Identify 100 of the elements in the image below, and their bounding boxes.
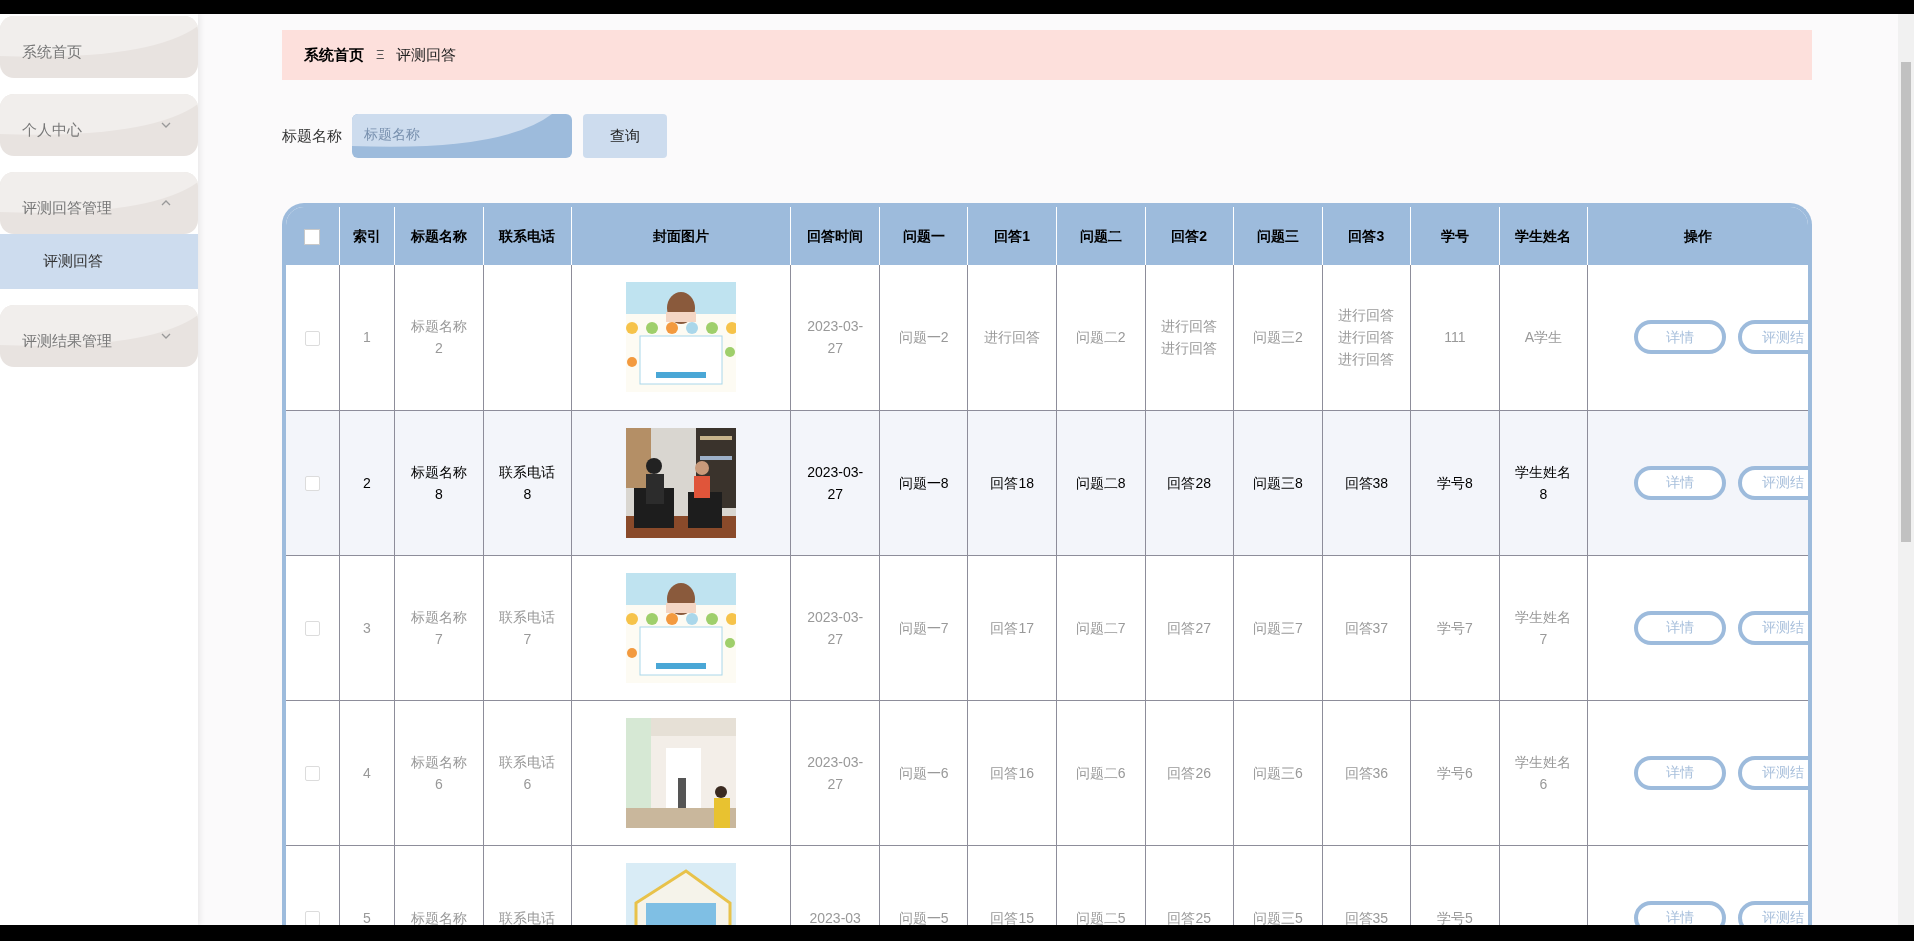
- breadcrumb-link[interactable]: 评测回答: [396, 43, 457, 67]
- table-cell: 回答38: [1344, 474, 1389, 491]
- table-cell: 联系电话6: [499, 753, 556, 792]
- search-field[interactable]: 标题名称: [352, 114, 572, 158]
- table-cell: 问题三6: [1252, 764, 1303, 781]
- table-cell: 2023-03-27: [807, 608, 864, 647]
- menu-item[interactable]: 评测结果管理: [0, 305, 198, 367]
- table-cell: 2023-03: [809, 909, 861, 925]
- table-row[interactable]: 1 标题名称2 2023-03-27 问题一2 进行回答 问题二2 进行回答进行回答 问题三2 进行回答进行回答进行回答 111 A学生 详情 评测结: [286, 265, 1808, 410]
- menu-item[interactable]: 评测回答管理: [0, 172, 198, 234]
- row-checkbox[interactable]: [304, 330, 320, 346]
- breadcrumb-separator: Ξ: [376, 46, 385, 65]
- table-row[interactable]: 5 标题名称 联系电话 2023-03 问题一5 回答15 问题二5 回答25 问题三5 回答35 学号5 详情 评测结: [286, 845, 1808, 925]
- menu-item[interactable]: 个人中心: [0, 94, 198, 156]
- column-header: 学生姓名: [1499, 207, 1588, 265]
- column-header: 问题三: [1233, 207, 1323, 265]
- table-cell: 联系电话8: [499, 463, 556, 502]
- table-cell: 学生姓名8: [1515, 463, 1572, 502]
- table-cell: A学生: [1524, 329, 1562, 346]
- column-header: 标题名称: [394, 207, 484, 265]
- table-cell: 问题一7: [898, 619, 949, 636]
- result-button[interactable]: 评测结: [1738, 900, 1808, 925]
- table-cell: 回答35: [1344, 909, 1389, 925]
- table-cell: 1: [363, 329, 371, 346]
- details-button[interactable]: 详情: [1634, 900, 1727, 925]
- result-button[interactable]: 评测结: [1738, 320, 1808, 355]
- table-cell: 学号8: [1436, 474, 1473, 491]
- details-button[interactable]: 详情: [1634, 320, 1727, 355]
- details-button[interactable]: 详情: [1634, 465, 1727, 500]
- result-button[interactable]: 评测结: [1738, 755, 1808, 790]
- result-button[interactable]: 评测结: [1738, 465, 1808, 500]
- table-cell: 回答36: [1344, 764, 1389, 781]
- table-cell: 问题三2: [1252, 329, 1303, 346]
- submenu-item[interactable]: 评测回答: [0, 234, 198, 289]
- table-cell: 2023-03-27: [807, 463, 864, 502]
- table-cell: 问题二5: [1075, 909, 1126, 925]
- details-button[interactable]: 详情: [1634, 755, 1727, 790]
- details-button[interactable]: 详情: [1634, 610, 1727, 645]
- table-cell: 问题三7: [1252, 619, 1303, 636]
- column-header: 问题一: [879, 207, 968, 265]
- table-cell: 标题名称: [410, 909, 467, 925]
- table-cell: 进行回答进行回答: [1161, 318, 1218, 357]
- table-row[interactable]: 3 标题名称7 联系电话7 2023-03-27 问题一7 回答17 问题二7 回答27 问题三7 回答37 学号7 学生姓名7 详情 评测结: [286, 555, 1808, 700]
- table-cell: 联系电话7: [499, 608, 556, 647]
- table-cell: 进行回答: [984, 329, 1041, 346]
- table-cell: 问题三8: [1252, 474, 1303, 491]
- search-label: 标题名称: [282, 125, 342, 146]
- table-cell: 学生姓名7: [1515, 608, 1572, 647]
- row-checkbox[interactable]: [304, 620, 320, 636]
- table-cell: 标题名称6: [410, 753, 467, 792]
- table-cell: 问题一8: [898, 474, 949, 491]
- column-header: 回答2: [1145, 207, 1234, 265]
- table-cell: 标题名称8: [410, 463, 467, 502]
- column-header: 学号: [1410, 207, 1500, 265]
- column-header: 联系电话: [483, 207, 572, 265]
- table-cell: 问题一6: [898, 764, 949, 781]
- scrollbar[interactable]: [1898, 14, 1914, 925]
- menu-item[interactable]: 系统首页: [0, 16, 198, 78]
- row-checkbox[interactable]: [304, 475, 320, 491]
- table-cell: 问题一2: [898, 329, 949, 346]
- table-cell: 问题二8: [1075, 474, 1126, 491]
- table-cell: 2: [363, 474, 371, 491]
- table-cell: 回答28: [1167, 474, 1212, 491]
- table-cell: 学号6: [1436, 764, 1473, 781]
- table-cell: 问题二2: [1075, 329, 1126, 346]
- search-button[interactable]: 查询: [583, 114, 667, 158]
- result-button[interactable]: 评测结: [1738, 610, 1808, 645]
- scrollbar-thumb[interactable]: [1901, 62, 1911, 542]
- table-cell: 3: [363, 619, 371, 636]
- table-cell: 问题二7: [1075, 619, 1126, 636]
- breadcrumb-link[interactable]: 系统首页: [304, 43, 364, 67]
- column-header: 问题二: [1056, 207, 1145, 265]
- column-header: 索引: [339, 207, 395, 265]
- row-checkbox[interactable]: [304, 765, 320, 781]
- table-cell: 问题二6: [1075, 764, 1126, 781]
- table-cell: 问题三5: [1252, 909, 1303, 925]
- column-header: 操作: [1587, 207, 1808, 265]
- table-cell: 学号5: [1436, 909, 1473, 925]
- table-cell: 4: [363, 764, 371, 781]
- table-cell: 回答18: [990, 474, 1034, 491]
- table-cell: 回答26: [1167, 764, 1212, 781]
- select-all-checkbox[interactable]: [304, 228, 321, 245]
- table-cell: 回答15: [990, 909, 1034, 925]
- table-cell: 回答17: [990, 619, 1034, 636]
- column-header: 回答1: [967, 207, 1057, 265]
- table-cell: 回答37: [1344, 619, 1389, 636]
- table-cell: 回答27: [1167, 619, 1212, 636]
- table-cell: 5: [363, 909, 371, 925]
- table-cell: 回答25: [1167, 909, 1212, 925]
- row-checkbox[interactable]: [304, 910, 320, 925]
- table-cell: 标题名称2: [410, 318, 467, 357]
- table-row[interactable]: 2 标题名称8 联系电话8 2023-03-27 问题一8 回答18 问题二8 回答28 问题三8 回答38 学号8 学生姓名8 详情 评测结: [286, 410, 1808, 555]
- table-cell: 2023-03-27: [807, 753, 864, 792]
- table-cell: 111: [1444, 329, 1466, 346]
- table-cell: 学生姓名6: [1515, 753, 1572, 792]
- column-header: 封面图片: [571, 207, 791, 265]
- table-row[interactable]: 4 标题名称6 联系电话6 2023-03-27 问题一6 回答16 问题二6 回答26 问题三6 回答36 学号6 学生姓名6 详情 评测结: [286, 700, 1808, 845]
- column-header: 回答3: [1322, 207, 1411, 265]
- table-cell: 回答16: [990, 764, 1034, 781]
- column-header: 回答时间: [790, 207, 880, 265]
